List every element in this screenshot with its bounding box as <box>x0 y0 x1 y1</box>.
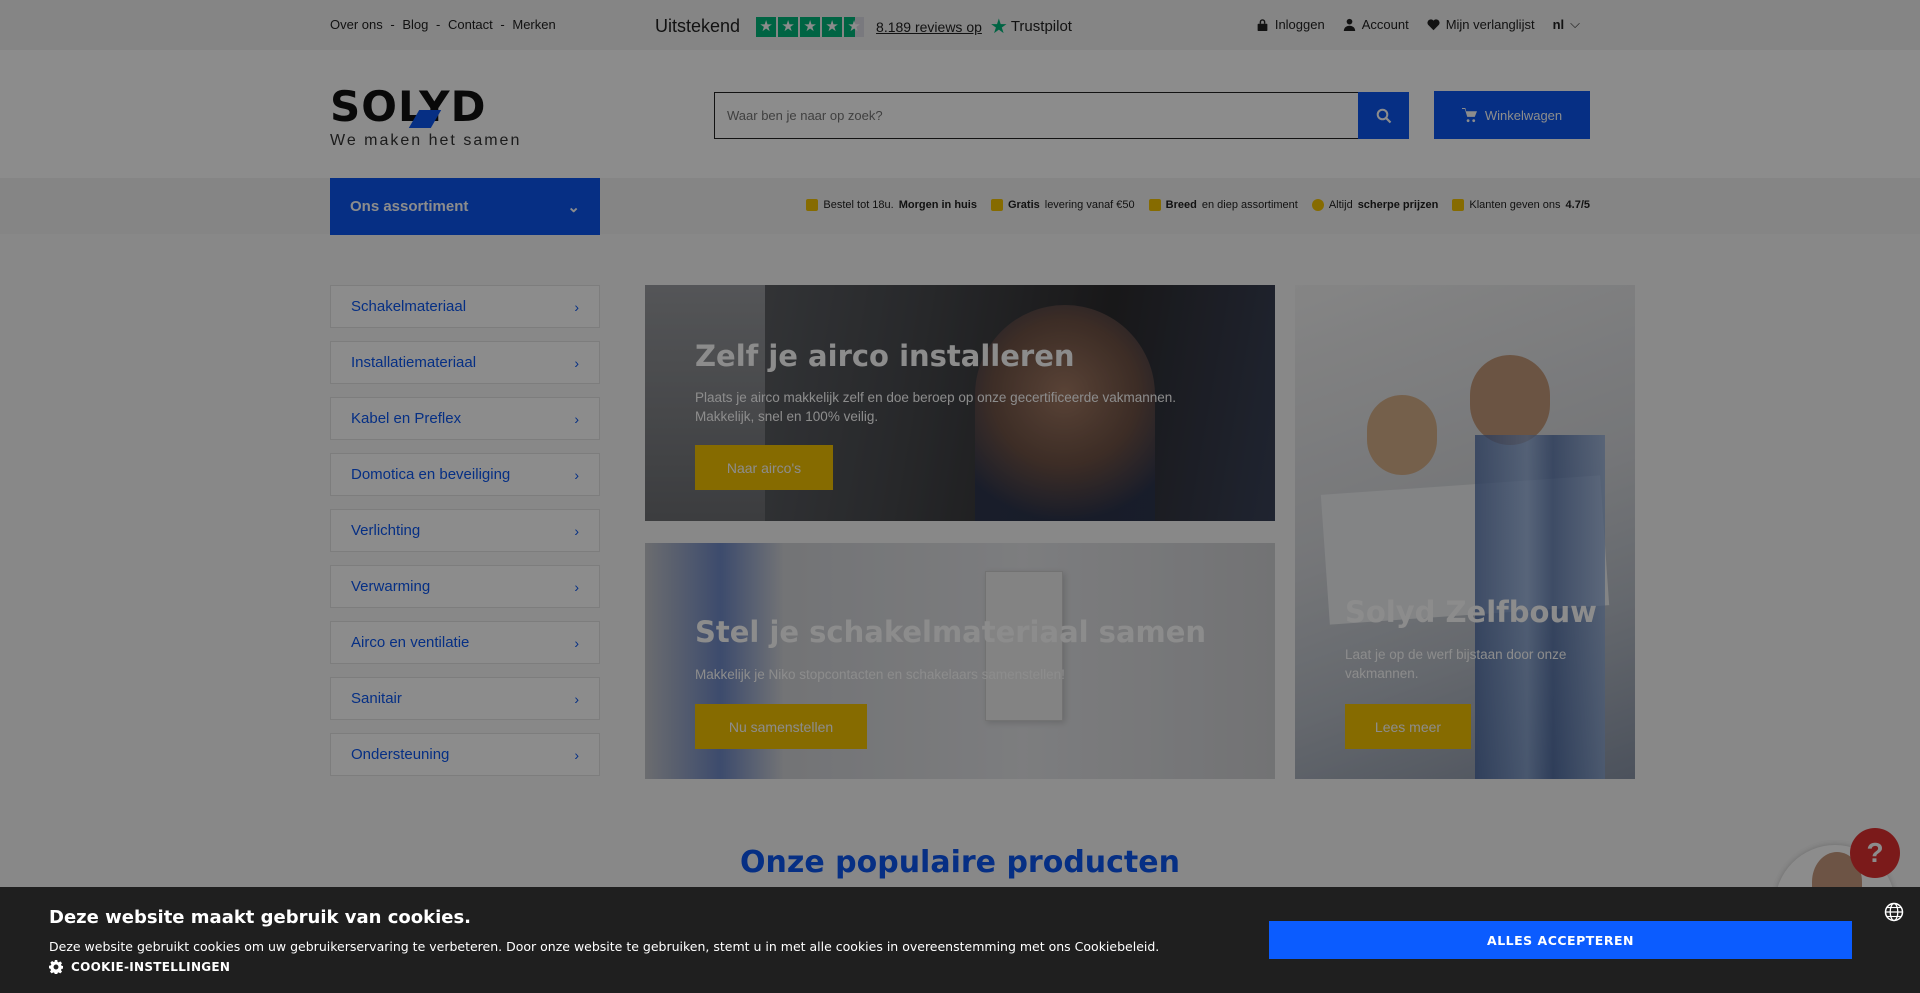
gear-icon <box>49 960 63 974</box>
cookie-title: Deze website maakt gebruik van cookies. <box>49 907 472 928</box>
modal-overlay <box>0 0 1920 993</box>
cookie-settings-label: COOKIE-INSTELLINGEN <box>71 960 231 974</box>
accept-all-cookies-button[interactable]: ALLES ACCEPTEREN <box>1269 921 1852 959</box>
cookie-text: Deze website gebruikt cookies om uw gebr… <box>49 939 1160 954</box>
globe-icon[interactable] <box>1884 902 1904 922</box>
cookie-settings-button[interactable]: COOKIE-INSTELLINGEN <box>49 960 230 974</box>
cookie-banner: Deze website maakt gebruik van cookies. … <box>0 887 1920 993</box>
